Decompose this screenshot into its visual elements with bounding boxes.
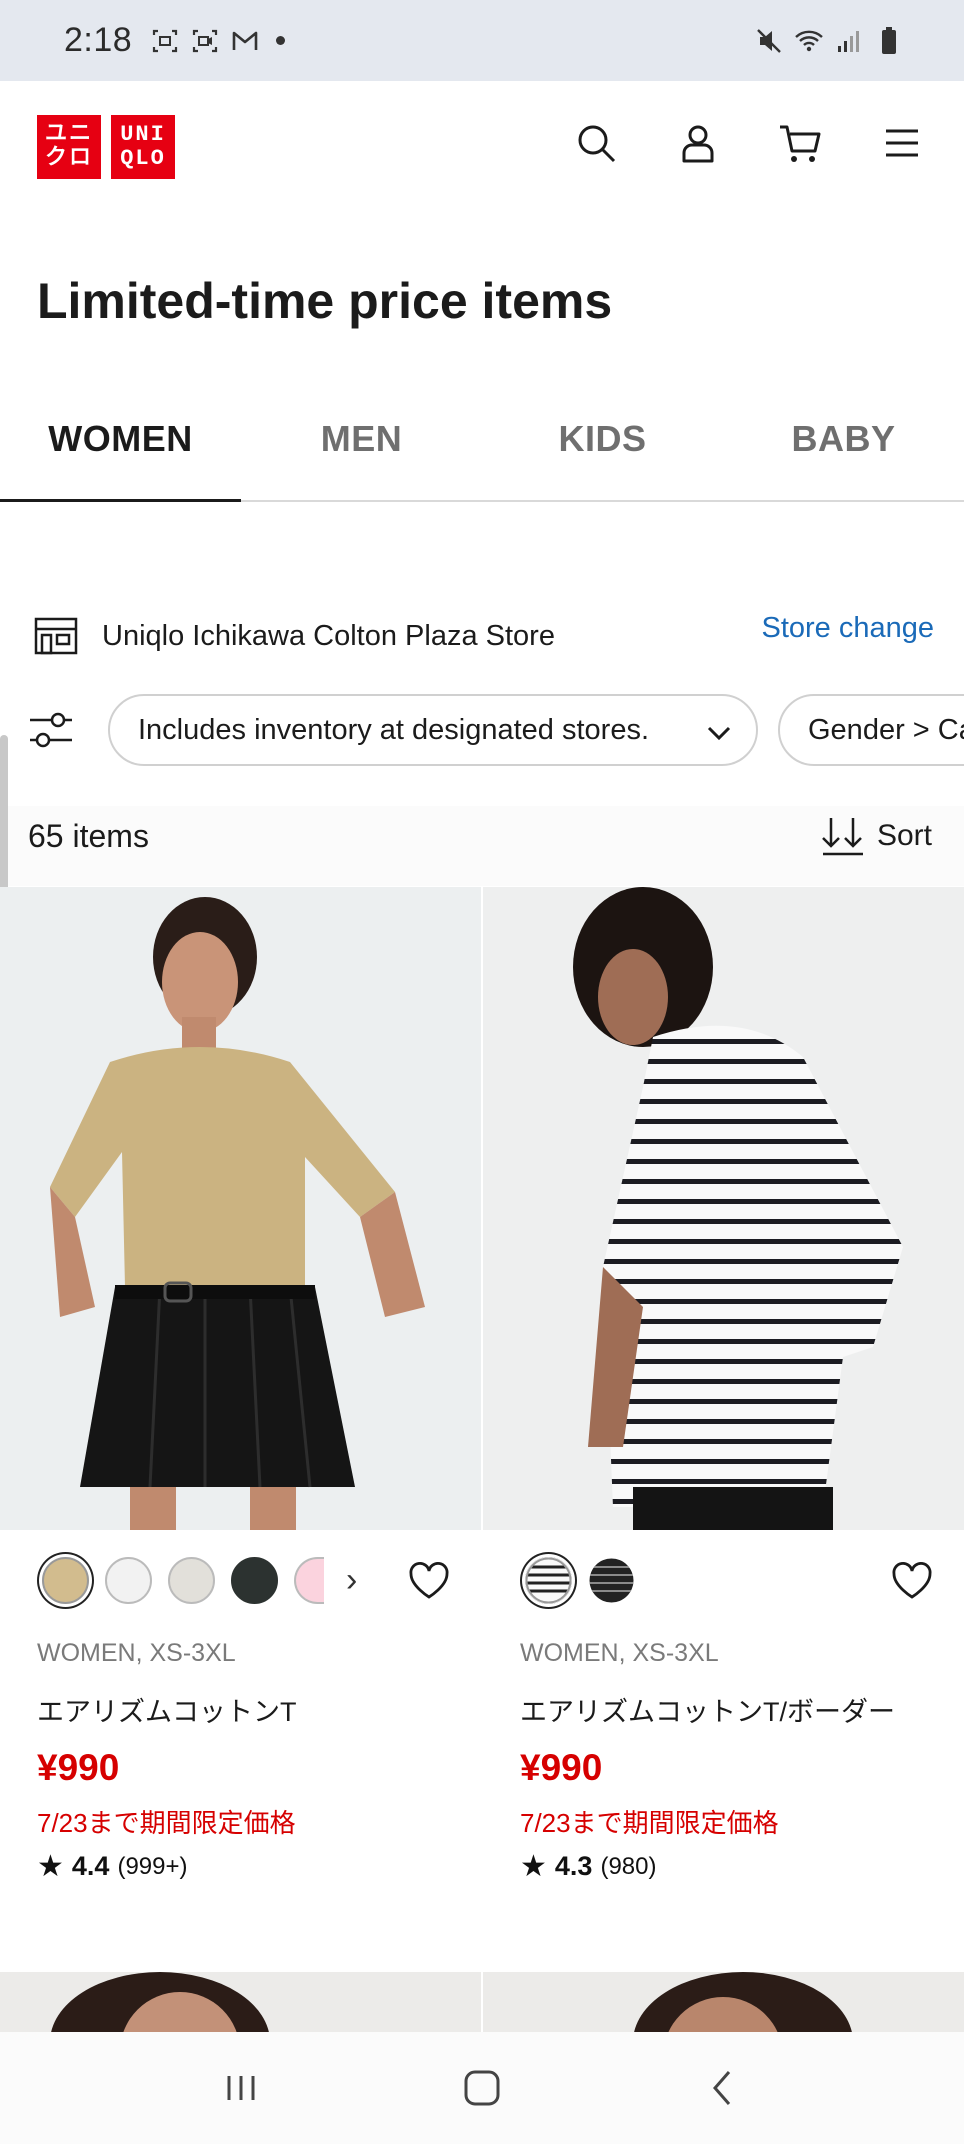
- product-image[interactable]: [483, 887, 964, 1530]
- product-name[interactable]: エアリズムコットンT: [37, 1690, 297, 1729]
- product-meta: WOMEN, XS-3XL: [520, 1639, 719, 1667]
- swatch-dark-green[interactable]: [231, 1557, 278, 1604]
- mute-icon: [757, 28, 781, 53]
- tab-men[interactable]: MEN: [241, 390, 482, 500]
- store-name: Uniqlo Ichikawa Colton Plaza Store: [102, 619, 555, 652]
- status-bar: 2:18: [0, 0, 964, 81]
- logo-latin: UNI QLO: [111, 115, 175, 179]
- back-icon[interactable]: [699, 2064, 747, 2112]
- status-time: 2:18: [64, 21, 133, 59]
- gmail-icon: [232, 31, 258, 50]
- menu-icon[interactable]: [880, 121, 924, 165]
- chevron-right-icon[interactable]: ›: [346, 1561, 357, 1600]
- product-card[interactable]: WOMEN, XS-3XL エアリズムコットンT/ボーダー ¥990 7/23ま…: [483, 887, 964, 1883]
- battery-icon: [882, 26, 896, 54]
- tab-baby[interactable]: BABY: [723, 390, 964, 500]
- logo-latin-line-2: QLO: [120, 146, 166, 171]
- product-photo-striped-tee: [483, 887, 964, 1530]
- swatch-light-gray[interactable]: [168, 1557, 215, 1604]
- uniqlo-logo[interactable]: ユニ クロ UNI QLO: [37, 115, 175, 179]
- price-note: 7/23まで期間限定価格: [520, 1808, 779, 1838]
- system-nav-bar: [0, 2032, 964, 2144]
- swatch-stripe-black[interactable]: [588, 1557, 635, 1604]
- star-icon: ★: [37, 1850, 64, 1883]
- store-row: Uniqlo Ichikawa Colton Plaza Store Store…: [34, 612, 934, 660]
- search-icon[interactable]: [574, 121, 618, 165]
- screenshot-icon: [153, 29, 178, 52]
- swatch-white[interactable]: [105, 1557, 152, 1604]
- notification-dot: [276, 36, 286, 45]
- product-price: ¥990: [520, 1747, 603, 1788]
- tab-kids[interactable]: KIDS: [482, 390, 723, 500]
- price-note: 7/23まで期間限定価格: [37, 1808, 296, 1838]
- sort-button[interactable]: Sort: [821, 816, 932, 856]
- favorite-heart-icon[interactable]: [407, 1559, 451, 1603]
- app-header: ユニ クロ UNI QLO: [0, 81, 964, 211]
- swatch-beige[interactable]: [42, 1557, 89, 1604]
- tab-women[interactable]: WOMEN: [0, 390, 241, 502]
- color-swatches: ›: [42, 1557, 357, 1604]
- item-count: 65 items: [28, 818, 149, 854]
- page-title: Limited-time price items: [37, 273, 613, 329]
- status-left-icons: [150, 26, 286, 56]
- status-right-icons: [754, 26, 904, 56]
- next-product-image-peek[interactable]: [0, 1972, 481, 2032]
- favorite-heart-icon[interactable]: [890, 1559, 934, 1603]
- gender-filter-label: Gender > Ca: [808, 713, 964, 746]
- color-swatches: [525, 1557, 635, 1604]
- store-icon: [34, 617, 78, 655]
- product-meta: WOMEN, XS-3XL: [37, 1639, 236, 1667]
- product-image[interactable]: [0, 887, 481, 1530]
- product-rating: ★ 4.3 (980): [520, 1849, 656, 1884]
- next-product-image-peek[interactable]: [483, 1972, 964, 2032]
- account-icon[interactable]: [676, 121, 720, 165]
- sort-icon: [822, 818, 863, 856]
- swatch-pink[interactable]: [294, 1557, 324, 1604]
- product-price: ¥990: [37, 1747, 120, 1788]
- filter-row: Includes inventory at designated stores.…: [0, 690, 964, 770]
- chevron-down-icon: [707, 726, 731, 741]
- product-card[interactable]: › WOMEN, XS-3XL エアリズムコットンT ¥990 7/23まで期間…: [0, 887, 481, 1883]
- home-icon[interactable]: [458, 2064, 506, 2112]
- product-name[interactable]: エアリズムコットンT/ボーダー: [520, 1690, 895, 1729]
- filter-settings-icon[interactable]: [28, 710, 74, 750]
- rating-score: 4.3: [554, 1851, 593, 1881]
- category-tabs: WOMEN MEN KIDS BABY: [0, 390, 964, 502]
- product-photo-beige-tee: [0, 887, 481, 1530]
- cart-icon[interactable]: [778, 121, 822, 165]
- logo-katakana: ユニ クロ: [37, 115, 101, 179]
- gender-category-filter[interactable]: Gender > Ca: [778, 694, 964, 766]
- rating-score: 4.4: [71, 1851, 110, 1881]
- header-actions: [574, 121, 924, 165]
- screen-record-icon: [193, 29, 218, 52]
- signal-icon: [838, 30, 859, 52]
- sort-label: Sort: [876, 819, 932, 852]
- recent-apps-icon[interactable]: [217, 2064, 265, 2112]
- star-icon: ★: [520, 1850, 547, 1883]
- swatch-stripe-white[interactable]: [525, 1557, 572, 1604]
- inventory-filter-dropdown[interactable]: Includes inventory at designated stores.: [108, 694, 758, 766]
- logo-katakana-line-2: クロ: [44, 146, 93, 171]
- logo-latin-line-1: UNI: [120, 122, 166, 147]
- store-change-link[interactable]: Store change: [761, 612, 934, 645]
- product-photo-peek: [634, 1972, 852, 2032]
- review-count: (980): [600, 1852, 657, 1880]
- app-screen: 2:18 ユニ クロ UNI QLO Limited-time price it…: [0, 0, 964, 2144]
- wifi-icon: [795, 30, 823, 51]
- results-bar: 65 items Sort: [0, 806, 964, 886]
- logo-katakana-line-1: ユニ: [44, 122, 93, 147]
- product-rating: ★ 4.4 (999+): [37, 1849, 188, 1884]
- review-count: (999+): [117, 1852, 188, 1880]
- product-photo-peek: [51, 1972, 269, 2032]
- inventory-filter-label: Includes inventory at designated stores.: [138, 713, 650, 746]
